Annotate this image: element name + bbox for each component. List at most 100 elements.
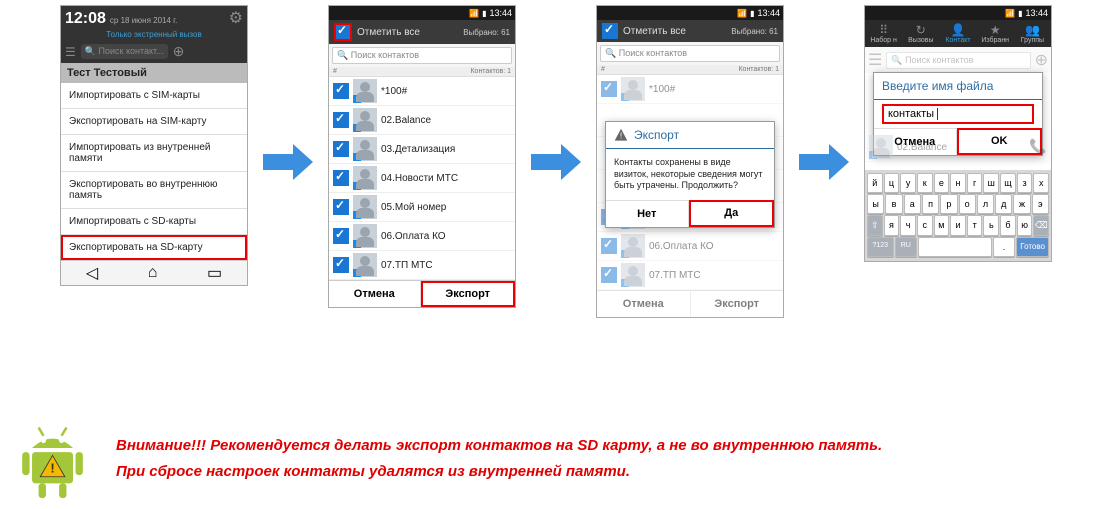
search-input[interactable]: 🔍 Поиск контакт... xyxy=(81,44,168,59)
contact-row[interactable]: 05.Мой номер xyxy=(329,193,515,222)
key[interactable]: б xyxy=(1000,215,1016,236)
list-icon[interactable]: ☰ xyxy=(868,50,882,70)
key[interactable]: л xyxy=(977,194,994,214)
dot-key[interactable]: . xyxy=(993,237,1015,257)
lang-key[interactable]: RU xyxy=(895,237,917,257)
contact-row[interactable]: 07.ТП МТС xyxy=(329,251,515,280)
checkbox[interactable] xyxy=(333,228,349,244)
key[interactable]: у xyxy=(900,173,916,193)
key[interactable]: и xyxy=(950,215,966,236)
search-input[interactable]: 🔍 Поиск контактов xyxy=(886,52,1030,69)
shift-key[interactable]: ⇧ xyxy=(867,215,883,236)
menu-export-sd[interactable]: Экспортировать на SD-карту xyxy=(61,235,247,260)
contact-row[interactable]: 03.Детализация xyxy=(329,135,515,164)
arrow-icon xyxy=(258,140,318,184)
sym-key[interactable]: ?123 xyxy=(867,237,894,257)
key[interactable]: р xyxy=(940,194,957,214)
checkbox[interactable] xyxy=(333,83,349,99)
menu-export-sim[interactable]: Экспортировать на SIM-карту xyxy=(61,109,247,135)
checkbox[interactable] xyxy=(333,199,349,215)
add-icon[interactable]: ⊕ xyxy=(173,43,185,60)
key[interactable]: х xyxy=(1033,173,1049,193)
signal-icon: 📶 xyxy=(737,9,747,18)
avatar xyxy=(353,108,377,132)
tab-groups[interactable]: 👥Группы xyxy=(1014,20,1051,47)
menu-import-internal[interactable]: Импортировать из внутренней памяти xyxy=(61,135,247,172)
back-icon[interactable]: ◁ xyxy=(86,263,98,283)
dialog-yes-button[interactable]: Да xyxy=(689,200,775,227)
tab-calls[interactable]: ↻Вызовы xyxy=(902,20,939,47)
key[interactable]: я xyxy=(884,215,900,236)
key[interactable]: ч xyxy=(900,215,916,236)
cancel-button[interactable]: Отмена xyxy=(329,281,421,307)
contact-row: 06.Оплата КО xyxy=(597,232,783,261)
key[interactable]: щ xyxy=(1000,173,1016,193)
date: ср 18 июня 2014 г. xyxy=(110,16,177,25)
key[interactable]: э xyxy=(1032,194,1049,214)
done-key[interactable]: Готово xyxy=(1016,237,1049,257)
menu-import-sim[interactable]: Импортировать с SIM-карты xyxy=(61,83,247,109)
key[interactable]: о xyxy=(959,194,976,214)
key[interactable]: ю xyxy=(1017,215,1033,236)
call-icon[interactable]: 📞 xyxy=(1029,138,1047,156)
menu-export-internal[interactable]: Экспортировать во внутреннюю память xyxy=(61,172,247,209)
export-button[interactable]: Экспорт xyxy=(421,281,516,307)
search-input[interactable]: 🔍 Поиск контактов xyxy=(600,45,780,62)
recent-icon[interactable]: ▭ xyxy=(207,263,222,283)
key[interactable]: к xyxy=(917,173,933,193)
key[interactable]: с xyxy=(917,215,933,236)
key[interactable]: д xyxy=(995,194,1012,214)
key[interactable]: з xyxy=(1017,173,1033,193)
emergency-label: Только экстренный вызов xyxy=(65,30,243,39)
contact-row[interactable]: 04.Новости МТС xyxy=(329,164,515,193)
checkbox[interactable] xyxy=(333,141,349,157)
selected-count: Выбрано: 61 xyxy=(731,27,778,36)
space-key[interactable] xyxy=(918,237,992,257)
contact-row[interactable]: 02.Balance xyxy=(329,106,515,135)
key[interactable]: ж xyxy=(1013,194,1030,214)
filename-input[interactable]: контакты xyxy=(882,104,1034,124)
list-icon[interactable]: ☰ xyxy=(65,45,76,59)
key[interactable]: т xyxy=(967,215,983,236)
key[interactable]: е xyxy=(934,173,950,193)
count-label: #Контактов: 1 xyxy=(597,65,783,75)
checkbox[interactable] xyxy=(333,112,349,128)
home-icon[interactable]: ⌂ xyxy=(148,264,158,282)
tab-contacts[interactable]: 👤Контакт xyxy=(939,20,976,47)
key[interactable]: н xyxy=(950,173,966,193)
key[interactable]: п xyxy=(922,194,939,214)
arrow-icon xyxy=(526,140,586,184)
key[interactable]: м xyxy=(934,215,950,236)
contact-row[interactable]: *100# xyxy=(329,77,515,106)
search-input[interactable]: 🔍 Поиск контактов xyxy=(332,47,512,64)
avatar xyxy=(353,137,377,161)
key[interactable]: г xyxy=(967,173,983,193)
key[interactable]: в xyxy=(885,194,902,214)
add-icon[interactable]: ⊕ xyxy=(1035,50,1048,70)
select-all-checkbox[interactable] xyxy=(602,23,618,39)
search-row: 🔍 Поиск контактов xyxy=(329,44,515,67)
key[interactable]: ш xyxy=(983,173,999,193)
dialog-no-button[interactable]: Нет xyxy=(606,200,689,227)
key[interactable]: ц xyxy=(884,173,900,193)
select-all-checkbox[interactable] xyxy=(334,23,352,41)
key[interactable]: ы xyxy=(867,194,884,214)
contact-row[interactable]: 06.Оплата КО xyxy=(329,222,515,251)
menu-import-sd[interactable]: Импортировать с SD-карты xyxy=(61,209,247,235)
screen-3: 📶 ▮ 13:44 Отметить все Выбрано: 61 🔍 Пои… xyxy=(596,5,784,318)
gear-icon[interactable]: ⚙ xyxy=(229,8,243,28)
clock: 12:08 xyxy=(65,10,106,28)
key[interactable]: ь xyxy=(983,215,999,236)
tab-favorites[interactable]: ★Избранн xyxy=(977,20,1014,47)
checkbox[interactable] xyxy=(333,257,349,273)
person-icon: 👤 xyxy=(939,23,976,37)
checkbox[interactable] xyxy=(333,170,349,186)
key[interactable]: й xyxy=(867,173,883,193)
tabs: ⠿Набор н ↻Вызовы 👤Контакт ★Избранн 👥Груп… xyxy=(865,20,1051,47)
clock-icon: ↻ xyxy=(902,23,939,37)
warning-text: Внимание!!! Рекомендуется делать экспорт… xyxy=(116,421,882,484)
key[interactable]: а xyxy=(904,194,921,214)
tab-dialer[interactable]: ⠿Набор н xyxy=(865,20,902,47)
backspace-key[interactable]: ⌫ xyxy=(1033,215,1049,236)
statusbar: 📶 ▮ 13:44 xyxy=(329,6,515,20)
